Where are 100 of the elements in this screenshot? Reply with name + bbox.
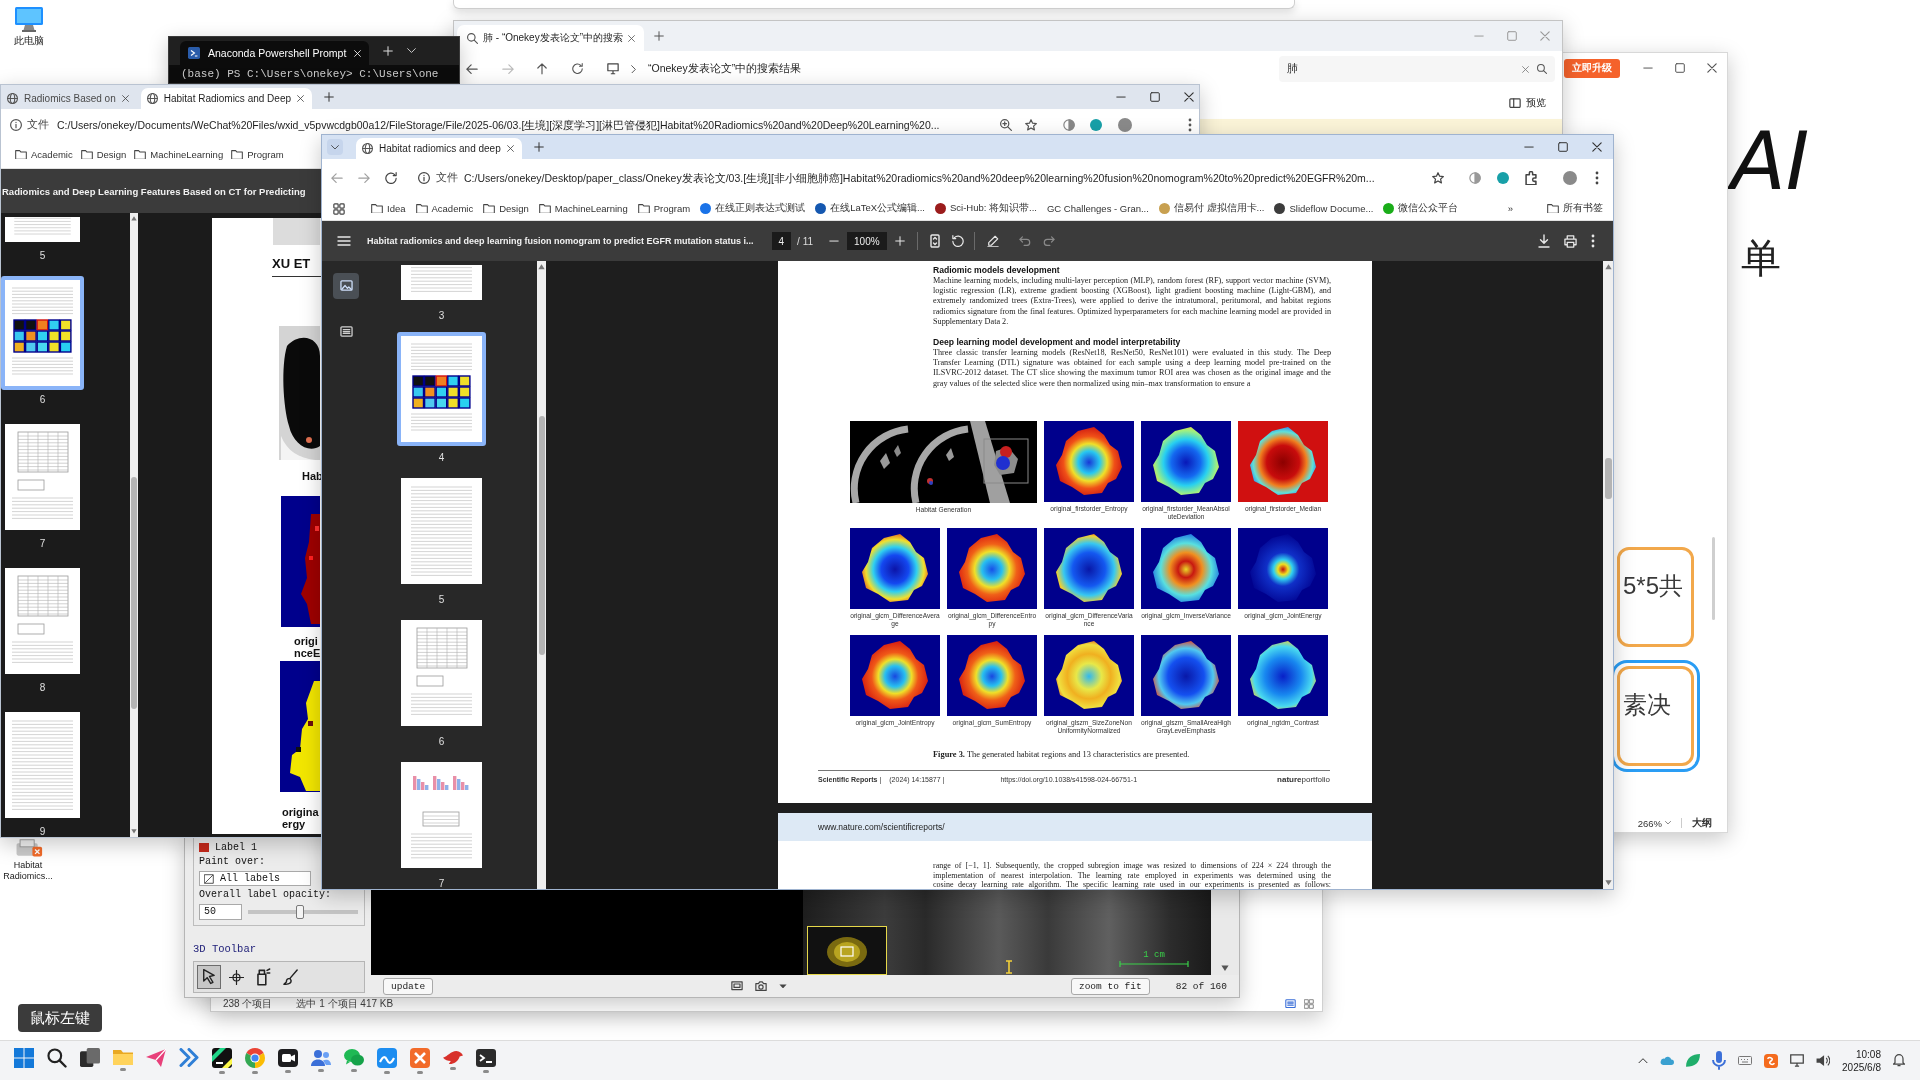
close-icon[interactable] bbox=[297, 95, 304, 102]
close-icon[interactable] bbox=[1184, 92, 1194, 102]
explorer-tab[interactable]: 肺 - “Onekey发表论文”中的搜索 bbox=[457, 25, 644, 51]
caret-icon[interactable] bbox=[779, 983, 788, 989]
bookmark-item[interactable]: Program bbox=[231, 149, 284, 160]
scroll-down-icon[interactable] bbox=[131, 829, 137, 834]
minimize-icon[interactable] bbox=[1116, 95, 1126, 99]
menu-icon[interactable] bbox=[337, 236, 351, 246]
slider-thumb[interactable] bbox=[295, 905, 304, 919]
bookmark-item[interactable]: MachineLearning bbox=[134, 149, 224, 160]
maximize-icon[interactable] bbox=[1558, 142, 1568, 152]
zoom-out-icon[interactable] bbox=[829, 239, 840, 243]
fit-page-icon[interactable] bbox=[929, 234, 940, 248]
round-badge-icon[interactable] bbox=[1090, 119, 1102, 131]
annotate-icon[interactable] bbox=[986, 234, 999, 248]
clock-date[interactable]: 2025/6/8 bbox=[1842, 1060, 1881, 1074]
maximize-icon[interactable] bbox=[1675, 63, 1685, 73]
star-icon[interactable] bbox=[1025, 119, 1037, 131]
scrollbar-thumb[interactable] bbox=[1712, 537, 1715, 620]
avatar-icon[interactable] bbox=[1563, 171, 1577, 185]
address-field[interactable]: C:/Users/onekey/Documents/WeChat%20Files/wxid_v5pvwcdgb00a12/FileStorage/File/2025-06/03.[生境][深度学习][淋巴管侵犯]Habitat%20Radiomics%20and%20Deep%20Learning%20... bbox=[57, 118, 994, 132]
reload-icon[interactable] bbox=[385, 171, 397, 185]
bookmark-item[interactable]: 在线正则表达式测试 bbox=[700, 202, 806, 215]
new-tab-icon[interactable] bbox=[324, 92, 334, 102]
screen-icon[interactable] bbox=[731, 981, 744, 991]
bookmark-item[interactable]: 所有书签 bbox=[1547, 202, 1603, 215]
bookmark-item[interactable]: Slideflow Docume... bbox=[1274, 203, 1374, 214]
puzzle-icon[interactable] bbox=[1525, 170, 1537, 186]
terminal-tab[interactable]: Anaconda Powershell Prompt bbox=[180, 41, 370, 65]
scroll-down-icon[interactable] bbox=[1604, 880, 1612, 886]
zoom-in-icon[interactable] bbox=[894, 236, 905, 246]
up-arrow-icon[interactable] bbox=[537, 63, 547, 75]
monitor-icon[interactable] bbox=[1790, 1054, 1805, 1067]
clock-time[interactable]: 10:08 bbox=[1855, 1047, 1881, 1061]
star-icon[interactable] bbox=[1432, 172, 1444, 184]
scroll-down-icon[interactable] bbox=[1221, 964, 1229, 971]
scrollbar-thumb[interactable] bbox=[131, 476, 137, 709]
round-badge-icon[interactable] bbox=[1497, 172, 1509, 184]
page-number-field[interactable]: 4 bbox=[771, 232, 792, 250]
update-button[interactable]: update bbox=[383, 977, 434, 995]
site-info-label[interactable]: 文件 bbox=[436, 171, 458, 185]
scroll-up-icon[interactable] bbox=[538, 264, 545, 270]
scrollbar-track[interactable] bbox=[130, 213, 138, 837]
redo-icon[interactable] bbox=[1042, 236, 1055, 246]
scrollbar-thumb[interactable] bbox=[1604, 457, 1612, 499]
refresh-icon[interactable] bbox=[572, 63, 583, 75]
journal-link[interactable]: www.nature.com/scientificreports/ bbox=[818, 822, 945, 832]
zoom-icon[interactable] bbox=[1000, 119, 1012, 131]
half-moon-icon[interactable] bbox=[1063, 119, 1075, 131]
address-field[interactable]: C:/Users/onekey/Desktop/paper_class/Onekey发表论文/03.[生境][非小细胞肺癌]Habitat%20radiomics%20and%20deep%20learning%20fusion%20nomogram%20to%20predict%20EGFR%20m... bbox=[464, 171, 1422, 185]
bookmark-item[interactable]: Design bbox=[80, 149, 127, 160]
bookmark-item[interactable]: Design bbox=[483, 203, 529, 214]
zoom-dropdown[interactable]: 266% bbox=[1637, 817, 1671, 829]
site-info-label[interactable]: 文件 bbox=[27, 118, 49, 132]
info-icon[interactable] bbox=[10, 119, 22, 131]
bookmark-item[interactable]: Program bbox=[637, 203, 691, 214]
undo-icon[interactable] bbox=[1018, 236, 1031, 246]
chevron-up-icon[interactable] bbox=[1638, 1057, 1649, 1064]
monitor-icon[interactable] bbox=[14, 6, 44, 32]
print-icon[interactable] bbox=[1564, 234, 1577, 248]
bookmark-item[interactable]: Sci-Hub: 将知识带... bbox=[935, 202, 1037, 215]
avatar-icon[interactable] bbox=[1118, 118, 1132, 132]
bookmark-item[interactable]: GC Challenges - Gran... bbox=[1047, 203, 1149, 214]
keyboard-icon[interactable] bbox=[1738, 1056, 1753, 1065]
scrollbar-track[interactable] bbox=[537, 261, 546, 889]
page-thumbnail[interactable] bbox=[1, 276, 84, 390]
close-icon[interactable] bbox=[1707, 63, 1717, 73]
camera-icon[interactable] bbox=[755, 980, 768, 992]
download-icon[interactable] bbox=[1538, 234, 1550, 248]
apps-grid-icon[interactable] bbox=[333, 202, 345, 215]
tab-list-button[interactable] bbox=[327, 139, 343, 155]
tiles-view-icon[interactable] bbox=[1304, 999, 1314, 1009]
scrollbar-thumb[interactable] bbox=[538, 415, 545, 655]
more-icon[interactable] bbox=[1591, 234, 1595, 248]
desktop-icon-label[interactable]: Habitat Radiomics... bbox=[2, 860, 54, 882]
page-thumbnail[interactable] bbox=[397, 332, 486, 446]
list-view-icon[interactable] bbox=[1285, 999, 1296, 1009]
close-icon[interactable] bbox=[506, 145, 514, 152]
outline-button[interactable]: 大纲 bbox=[1692, 816, 1712, 830]
chevron-down-icon[interactable] bbox=[407, 48, 417, 54]
opacity-input[interactable]: 50 bbox=[199, 904, 242, 920]
scrollbar-track[interactable] bbox=[1603, 261, 1613, 889]
rotate-icon[interactable] bbox=[951, 234, 964, 248]
more-icon[interactable] bbox=[1188, 118, 1192, 132]
browser-tab[interactable]: Radiomics Based on bbox=[1, 88, 137, 109]
scroll-up-icon[interactable] bbox=[131, 216, 137, 221]
new-tab-icon[interactable] bbox=[533, 142, 544, 152]
view-toggle-button[interactable] bbox=[333, 273, 359, 299]
bookmark-item[interactable]: Idea bbox=[371, 203, 406, 214]
bookmark-item[interactable]: 微信公众平台 bbox=[1383, 202, 1459, 215]
scroll-up-icon[interactable] bbox=[1604, 264, 1612, 270]
bookmark-item[interactable]: 在线LaTeX公式编辑... bbox=[815, 202, 925, 215]
cloud-icon[interactable] bbox=[1660, 1056, 1675, 1065]
breadcrumb-item[interactable]: “Onekey发表论文”中的搜索结果 bbox=[648, 62, 802, 76]
browser-tab[interactable]: Habitat radiomics and deep bbox=[356, 138, 522, 159]
close-icon[interactable] bbox=[1592, 142, 1602, 152]
desktop-icon-label[interactable]: 此电脑 bbox=[14, 35, 44, 47]
notification-icon[interactable] bbox=[1893, 1054, 1905, 1067]
bookmark-item[interactable]: 信易付 虚拟信用卡... bbox=[1158, 202, 1265, 215]
address-field[interactable]: “Onekey发表论文”中的搜索结果 bbox=[599, 56, 1269, 82]
